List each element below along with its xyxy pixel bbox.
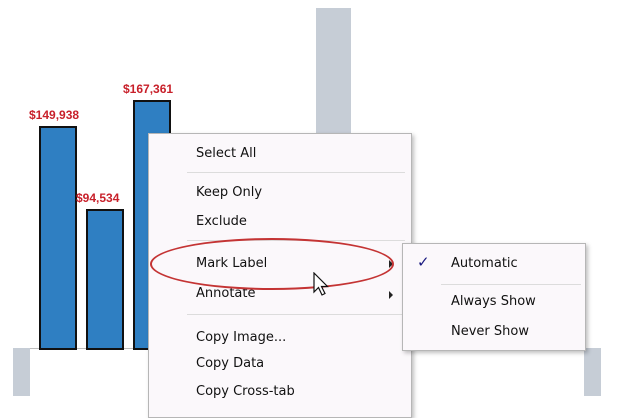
bar-data-label: $167,361: [123, 82, 174, 96]
menu-item-keep-only[interactable]: Keep Only: [196, 185, 262, 200]
menu-separator: [187, 240, 405, 241]
submenu-item-automatic[interactable]: Automatic: [451, 256, 518, 271]
clipped-caption-text: [0, 396, 642, 416]
submenu-item-always-show[interactable]: Always Show: [451, 294, 536, 309]
bar[interactable]: [86, 209, 124, 350]
menu-item-select-all[interactable]: Select All: [196, 146, 256, 161]
pointer-cursor-icon: [313, 272, 329, 296]
menu-item-copy-data[interactable]: Copy Data: [196, 356, 264, 371]
menu-separator: [441, 284, 581, 285]
menu-separator: [187, 172, 405, 173]
background-column: [316, 8, 351, 148]
menu-separator: [187, 314, 405, 315]
bar-data-label: $149,938: [29, 108, 80, 122]
mark-label-submenu: ✓ Automatic Always Show Never Show: [402, 243, 586, 351]
bar[interactable]: [39, 126, 77, 350]
submenu-item-never-show[interactable]: Never Show: [451, 324, 529, 339]
submenu-arrow-icon: [389, 291, 393, 299]
checkmark-icon: ✓: [417, 253, 430, 271]
background-column: [13, 348, 30, 396]
bar-data-label: $94,534: [76, 191, 120, 205]
menu-item-copy-image[interactable]: Copy Image...: [196, 330, 286, 345]
chart-canvas: $149,938 $94,534 $167,361 Select All Kee…: [0, 0, 642, 418]
menu-item-annotate[interactable]: Annotate: [196, 286, 255, 301]
context-menu: Select All Keep Only Exclude Mark Label …: [148, 133, 412, 418]
background-column: [584, 348, 601, 396]
submenu-arrow-icon: [389, 260, 393, 268]
menu-item-mark-label[interactable]: Mark Label: [196, 256, 267, 271]
menu-item-exclude[interactable]: Exclude: [196, 214, 247, 229]
